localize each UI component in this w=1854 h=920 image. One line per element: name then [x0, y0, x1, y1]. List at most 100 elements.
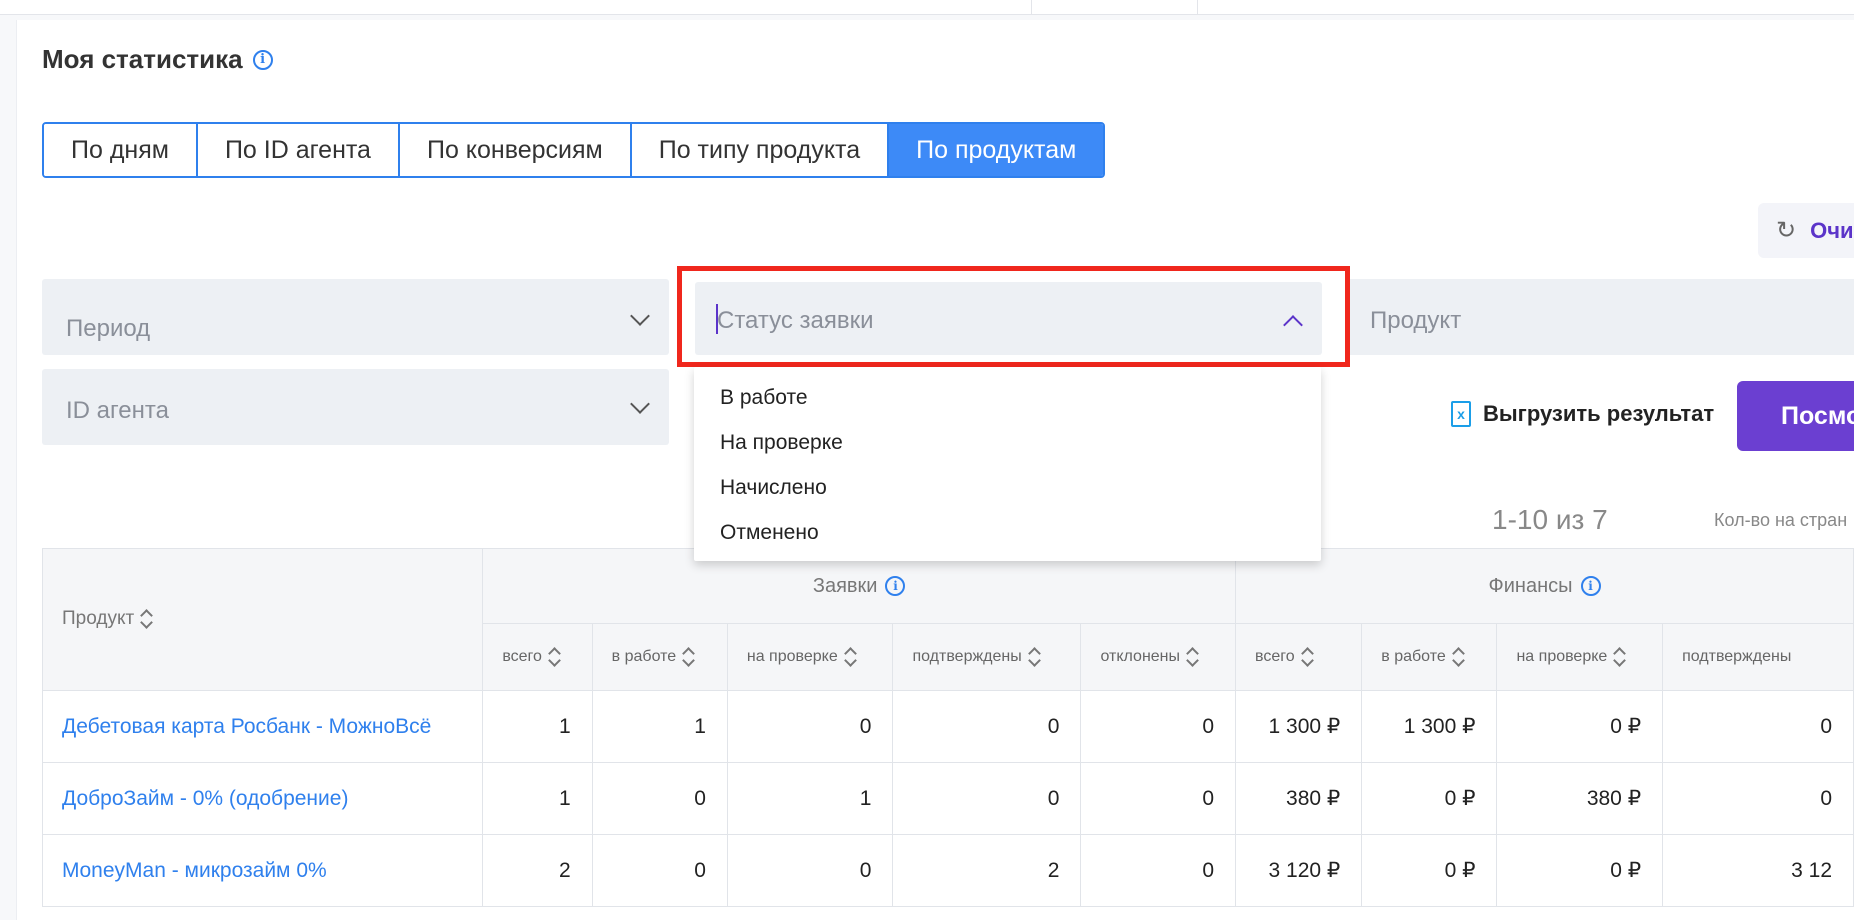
column-label: на проверке — [746, 648, 838, 666]
excel-file-icon: x — [1451, 401, 1471, 427]
agent-id-placeholder: ID агента — [66, 397, 169, 424]
table-cell: 1 300 ₽ — [1361, 690, 1498, 763]
column-header-requests-total[interactable]: всего — [482, 623, 593, 691]
product-link[interactable]: MoneyMan - микрозайм 0% — [41, 834, 484, 907]
export-label: Выгрузить результат — [1483, 401, 1715, 426]
column-label: в работе — [611, 648, 677, 666]
top-bar-divider — [1031, 0, 1032, 14]
column-label: всего — [502, 648, 542, 666]
product-link[interactable]: ДоброЗайм - 0% (одобрение) — [41, 762, 484, 835]
sort-icon[interactable] — [1186, 646, 1198, 668]
info-icon[interactable]: i — [1580, 576, 1601, 596]
tab-by-days[interactable]: По дням — [44, 124, 198, 176]
column-label: отклонены — [1100, 648, 1181, 666]
status-option-accrued[interactable]: Начислено — [694, 465, 1321, 510]
table-cell: 380 ₽ — [1235, 762, 1363, 835]
sort-icon[interactable] — [844, 646, 856, 668]
table-row: MoneyMan - микрозайм 0% 2 0 0 2 0 3 120 … — [41, 834, 1854, 907]
table-cell: 0 ₽ — [1361, 834, 1498, 907]
table-cell: 0 ₽ — [1361, 762, 1498, 835]
status-option-cancelled[interactable]: Отменено — [694, 510, 1321, 555]
top-bar-divider — [1197, 0, 1198, 14]
report-tabs: По дням По ID агента По конверсиям По ти… — [42, 122, 1106, 178]
status-option-on-review[interactable]: На проверке — [694, 420, 1321, 465]
sort-icon[interactable] — [1452, 646, 1464, 668]
table-cell: 0 ₽ — [1496, 834, 1664, 907]
tab-by-conversions[interactable]: По конверсиям — [399, 124, 632, 176]
table-cell: 0 — [1662, 690, 1854, 763]
table-row: ДоброЗайм - 0% (одобрение) 1 0 1 0 0 380… — [41, 762, 1854, 835]
export-button[interactable]: x Выгрузить результат — [1451, 401, 1714, 427]
tab-by-agent-id[interactable]: По ID агента — [197, 124, 400, 176]
table-cell: 0 — [1080, 762, 1237, 835]
group-header-finance: Финансы i — [1235, 548, 1854, 624]
column-label: подтверждены — [1682, 648, 1792, 665]
info-icon[interactable]: i — [252, 49, 273, 70]
clear-filters-label: Очи — [1810, 217, 1854, 243]
per-page-label: Кол-во на стран — [1714, 510, 1848, 530]
table-cell: 2 — [482, 834, 593, 907]
table-cell: 1 — [482, 762, 593, 835]
table-cell: 0 — [591, 762, 728, 835]
sort-icon[interactable] — [682, 646, 694, 668]
column-header-requests-in-work[interactable]: в работе — [591, 623, 728, 691]
table-cell: 0 — [892, 690, 1082, 763]
info-icon[interactable]: i — [885, 576, 906, 596]
column-label: всего — [1255, 648, 1295, 666]
table-cell: 2 — [892, 834, 1082, 907]
table-cell: 0 — [1080, 690, 1237, 763]
refresh-icon: ↻ — [1776, 217, 1797, 244]
sort-icon[interactable] — [140, 608, 152, 630]
table-cell: 1 — [591, 690, 728, 763]
sort-icon[interactable] — [1301, 646, 1313, 668]
table-cell: 380 ₽ — [1496, 762, 1664, 835]
period-placeholder: Период — [66, 315, 151, 342]
table-cell: 0 — [892, 762, 1082, 835]
column-header-finance-confirmed[interactable]: подтверждены — [1662, 623, 1854, 691]
table-cell: 0 — [1662, 762, 1854, 835]
chevron-down-icon — [630, 306, 650, 328]
sort-icon[interactable] — [1613, 646, 1625, 668]
column-header-finance-total[interactable]: всего — [1235, 623, 1363, 691]
column-header-finance-on-review[interactable]: на проверке — [1496, 623, 1664, 691]
sort-icon[interactable] — [548, 646, 560, 668]
period-select[interactable]: Период — [42, 279, 669, 355]
page-title-text: Моя статистика — [42, 44, 243, 74]
tab-by-product-type[interactable]: По типу продукта — [631, 124, 890, 176]
table-cell: 1 — [726, 762, 894, 835]
product-link[interactable]: Дебетовая карта Росбанк - МожноВсё — [41, 690, 484, 763]
pagination-range: 1-10 из 7 — [1492, 504, 1608, 535]
column-header-requests-confirmed[interactable]: подтверждены — [892, 623, 1082, 691]
column-header-product[interactable]: Продукт — [41, 548, 484, 691]
annotation-highlight-box — [677, 266, 1350, 367]
view-results-button[interactable]: Посмо — [1737, 381, 1854, 451]
page-title: Моя статистика i — [42, 44, 273, 75]
column-header-requests-on-review[interactable]: на проверке — [726, 623, 894, 691]
sort-icon[interactable] — [1028, 646, 1040, 668]
column-label: на проверке — [1516, 648, 1608, 666]
status-dropdown-menu: В работе На проверке Начислено Отменено — [694, 367, 1321, 561]
table-cell: 0 — [591, 834, 728, 907]
product-placeholder: Продукт — [1370, 307, 1462, 334]
table-row: Дебетовая карта Росбанк - МожноВсё 1 1 0… — [41, 690, 1854, 763]
table-cell: 0 — [1080, 834, 1237, 907]
tab-by-products[interactable]: По продуктам — [889, 124, 1104, 176]
column-header-requests-rejected[interactable]: отклонены — [1080, 623, 1237, 691]
products-stats-table: Продукт Заявки i Финансы i всего в работе … — [41, 548, 1854, 907]
table-cell: 1 — [482, 690, 593, 763]
requests-group-label: Заявки — [812, 574, 878, 597]
agent-id-select[interactable]: ID агента — [42, 369, 669, 445]
status-option-in-work[interactable]: В работе — [694, 375, 1321, 420]
column-label: подтверждены — [912, 648, 1022, 666]
top-bar — [0, 0, 1854, 15]
table-cell: 0 — [726, 690, 894, 763]
column-header-finance-in-work[interactable]: в работе — [1361, 623, 1498, 691]
product-select[interactable]: Продукт — [1345, 279, 1854, 355]
product-header-label: Продукт — [62, 608, 135, 630]
column-label: в работе — [1381, 648, 1446, 666]
finance-group-label: Финансы — [1488, 574, 1573, 597]
chevron-down-icon — [630, 394, 650, 416]
table-cell: 3 12 — [1662, 834, 1854, 907]
clear-filters-button[interactable]: ↻ Очи — [1758, 203, 1854, 258]
table-cell: 3 120 ₽ — [1235, 834, 1363, 907]
